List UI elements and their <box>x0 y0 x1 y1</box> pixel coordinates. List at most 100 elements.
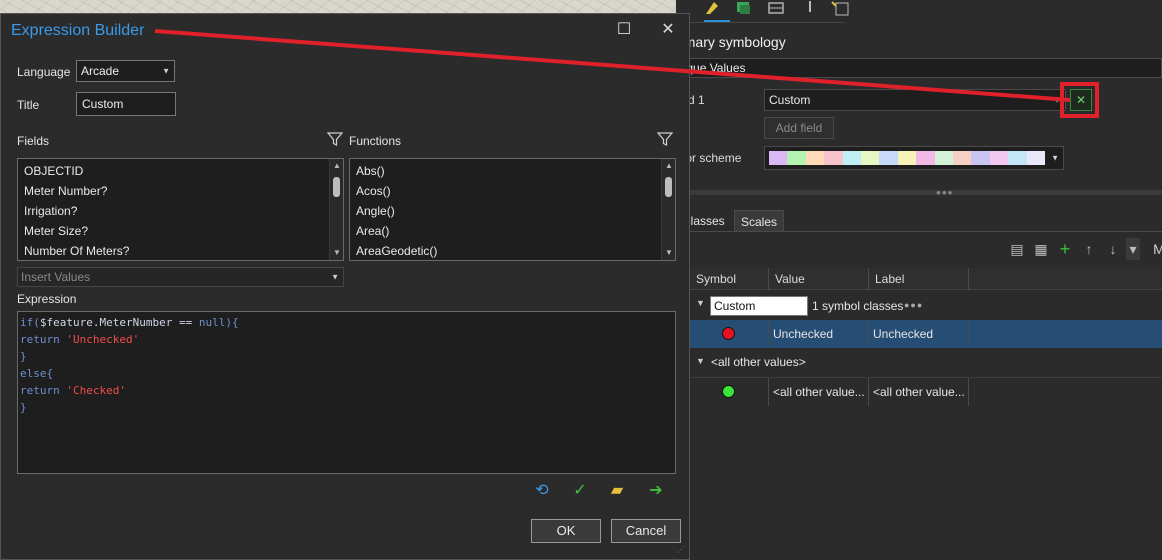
group-header-input[interactable]: Custom <box>710 296 808 316</box>
symbol-layers-icon[interactable] <box>766 0 786 16</box>
chevron-down-icon: ▼ <box>1051 153 1059 163</box>
chevron-down-icon[interactable]: ▼ <box>330 246 344 260</box>
chevron-up-icon[interactable]: ▲ <box>662 159 676 173</box>
chevron-up-icon[interactable]: ▲ <box>330 159 344 173</box>
color-swatch <box>769 151 788 165</box>
color-swatches <box>769 151 1046 165</box>
list-item[interactable]: OBJECTID <box>18 161 343 181</box>
chevron-down-icon[interactable]: ▼ <box>662 246 676 260</box>
code-token: return <box>20 333 67 346</box>
group-header-row[interactable]: ▼ Custom 1 symbol classes ●●● <box>690 292 1162 320</box>
color-swatch <box>879 151 898 165</box>
ok-button[interactable]: OK <box>531 519 601 543</box>
insert-values-placeholder: Insert Values <box>21 270 91 284</box>
table-row[interactable]: <all other value... <all other value... <box>690 377 1162 406</box>
more-label[interactable]: M <box>1150 238 1162 260</box>
code-token: 'Unchecked' <box>66 333 140 346</box>
primary-symbology-icon[interactable] <box>704 0 724 16</box>
expression-editor[interactable]: if($feature.MeterNumber == null){ return… <box>17 311 676 474</box>
brush-icon[interactable] <box>800 0 820 16</box>
symbol-swatch[interactable] <box>722 385 735 398</box>
header-value[interactable]: Value <box>769 268 869 290</box>
pane-splitter[interactable]: ●●● <box>676 189 1162 197</box>
code-token: if( <box>20 316 40 329</box>
chevron-down-icon[interactable]: ▼ <box>696 356 705 366</box>
insert-values-select[interactable]: Insert Values ▼ <box>17 267 344 287</box>
title-label: Title <box>17 98 40 112</box>
more-options-icon[interactable]: ●●● <box>904 300 923 310</box>
cancel-button[interactable]: Cancel <box>611 519 681 543</box>
move-down-icon[interactable]: ↓ <box>1104 238 1122 260</box>
fields-filter-icon[interactable] <box>327 131 343 147</box>
color-swatch <box>805 151 825 165</box>
value-cell[interactable]: Unchecked <box>769 320 869 348</box>
dialog-title: Expression Builder <box>11 22 145 39</box>
label-cell[interactable]: Unchecked <box>869 320 969 348</box>
color-swatch <box>1026 151 1046 165</box>
code-token: } <box>20 350 27 363</box>
header-symbol[interactable]: Symbol <box>690 268 769 290</box>
tab-scales[interactable]: Scales <box>734 210 785 232</box>
color-swatch <box>897 151 917 165</box>
other-values-header[interactable]: ▼ <all other values> <box>690 350 1162 374</box>
list-item[interactable]: Acos() <box>350 181 675 201</box>
list-item[interactable]: Number Of Meters? <box>18 241 343 261</box>
scroll-thumb[interactable] <box>333 177 340 197</box>
functions-filter-icon[interactable] <box>657 131 673 147</box>
color-scheme-select[interactable]: ▼ <box>764 146 1064 170</box>
close-icon[interactable]: ✕ <box>656 20 680 40</box>
list-item[interactable]: AreaGeodetic() <box>350 241 675 261</box>
maximize-icon[interactable]: ☐ <box>612 20 636 40</box>
export-arrow-icon[interactable]: ➔ <box>645 480 667 502</box>
language-select[interactable]: Arcade ▼ <box>76 60 175 82</box>
legend-icon[interactable] <box>830 0 850 16</box>
code-token: return <box>20 384 67 397</box>
scroll-thumb[interactable] <box>665 177 672 197</box>
table-row[interactable]: Unchecked Unchecked <box>690 320 1162 348</box>
symbol-cell[interactable] <box>690 320 769 348</box>
list-view-icon[interactable]: ▤ <box>1008 238 1026 260</box>
functions-scrollbar[interactable]: ▲ ▼ <box>661 159 675 260</box>
symbol-cell[interactable] <box>690 378 769 406</box>
code-token: null <box>198 316 226 329</box>
color-swatch <box>842 151 862 165</box>
field1-select[interactable]: Custom ▼ <box>764 89 1066 111</box>
label-cell[interactable]: <all other value... <box>869 378 969 406</box>
open-folder-icon[interactable]: ▰ <box>606 480 628 502</box>
list-item[interactable]: Abs() <box>350 161 675 181</box>
classes-tabbar: Classes Scales <box>676 210 876 232</box>
symbol-swatch[interactable] <box>722 327 735 340</box>
verify-check-icon[interactable]: ✓ <box>569 480 591 502</box>
symbology-method-select[interactable]: nique Values <box>676 58 1162 78</box>
fields-list[interactable]: OBJECTID Meter Number? Irrigation? Meter… <box>17 158 344 261</box>
value-cell[interactable]: <all other value... <box>769 378 869 406</box>
other-values-label: <all other values> <box>711 355 806 369</box>
list-item[interactable]: Meter Size? <box>18 221 343 241</box>
functions-list[interactable]: Abs() Acos() Angle() Area() AreaGeodetic… <box>349 158 676 261</box>
move-up-icon[interactable]: ↑ <box>1080 238 1098 260</box>
toolbar-separator <box>690 22 845 23</box>
chevron-down-icon[interactable]: ▼ <box>696 298 705 308</box>
undo-icon[interactable]: ⟲ <box>531 480 553 502</box>
code-token: .MeterNumber == <box>92 316 199 329</box>
list-item[interactable]: Meter Number? <box>18 181 343 201</box>
list-item[interactable]: Area() <box>350 221 675 241</box>
more-tools-icon[interactable]: ▾ <box>1126 238 1140 260</box>
pane-toolbar <box>690 0 850 24</box>
add-field-button[interactable]: Add field <box>764 117 834 139</box>
expression-builder-dialog: Expression Builder ☐ ✕ Language Arcade ▼… <box>0 13 690 560</box>
list-item[interactable]: Angle() <box>350 201 675 221</box>
expression-button-icon[interactable]: ✕ <box>1070 89 1092 111</box>
chevron-down-icon: ▼ <box>1053 95 1061 105</box>
vary-symbology-icon[interactable] <box>734 0 754 16</box>
language-label: Language <box>17 65 71 79</box>
add-icon[interactable]: + <box>1056 238 1074 260</box>
header-label[interactable]: Label <box>869 268 969 290</box>
fields-scrollbar[interactable]: ▲ ▼ <box>329 159 343 260</box>
add-all-values-icon[interactable]: ▦ <box>1032 238 1050 260</box>
color-swatch <box>861 151 880 165</box>
title-input[interactable]: Custom <box>76 92 176 116</box>
list-item[interactable]: Irrigation? <box>18 201 343 221</box>
resize-grip-icon[interactable]: ⋰ <box>677 546 687 557</box>
color-swatch <box>1008 151 1027 165</box>
